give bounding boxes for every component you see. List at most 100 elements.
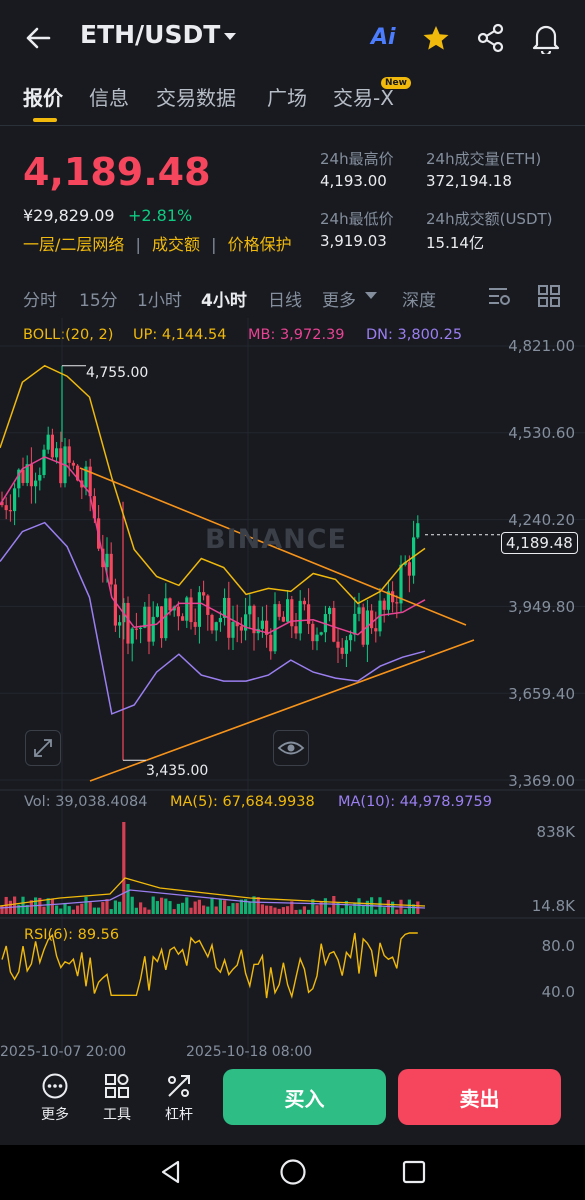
rsi-axis-bottom: 40.0 xyxy=(541,983,575,1001)
tools-tool[interactable]: 工具 xyxy=(92,1072,142,1124)
interval-more[interactable]: 更多 xyxy=(322,286,356,311)
more-tool[interactable]: 更多 xyxy=(30,1072,80,1124)
candle-body xyxy=(315,634,319,642)
high-label: 24h最高价 xyxy=(320,150,394,168)
candle-body xyxy=(105,553,109,568)
volume-bars xyxy=(0,822,426,914)
candle-body xyxy=(302,600,306,605)
volume-bar xyxy=(328,907,332,914)
candle-body xyxy=(286,599,290,622)
indicator-settings-icon[interactable] xyxy=(487,284,513,308)
candle-body xyxy=(311,623,315,642)
interval-depth[interactable]: 深度 xyxy=(402,286,436,311)
tag-layer-network[interactable]: 一层/二层网络 xyxy=(23,235,124,254)
time-axis-label: 2025-10-07 20:00 xyxy=(0,1044,127,1059)
leverage-tool[interactable]: 杠杆 xyxy=(154,1072,204,1124)
interval-15m[interactable]: 15分 xyxy=(79,286,118,311)
volume-bar xyxy=(143,907,147,914)
volume-bar xyxy=(269,905,273,914)
nav-back-icon[interactable] xyxy=(158,1159,184,1185)
nav-home-icon[interactable] xyxy=(279,1158,307,1186)
leverage-icon xyxy=(168,1075,190,1097)
cny-price: ¥29,829.09 xyxy=(23,206,115,225)
interval-4h[interactable]: 4小时 xyxy=(201,286,247,311)
volume-bar xyxy=(323,898,327,914)
volume-bar xyxy=(88,902,92,914)
time-axis-label: 2025-10-18 08:00 xyxy=(186,1044,313,1059)
vol-eth-label: 24h成交量(ETH) xyxy=(426,150,542,168)
volume-bar xyxy=(214,906,218,914)
volume-bar xyxy=(248,901,252,914)
candle-body xyxy=(67,446,71,463)
candle-body xyxy=(46,434,50,450)
candle-body xyxy=(214,622,218,631)
volume-bar xyxy=(403,909,407,914)
tag-price-protect[interactable]: 价格保护 xyxy=(228,235,292,254)
candle-body xyxy=(42,449,46,476)
volume-bar xyxy=(361,905,365,914)
tab-square[interactable]: 广场 xyxy=(267,82,307,111)
candle-body xyxy=(50,434,54,458)
favorite-star-icon[interactable] xyxy=(421,24,451,52)
caret-down-icon[interactable] xyxy=(222,31,238,43)
candle-body xyxy=(38,475,42,481)
volume-bar xyxy=(307,909,311,914)
candle-body xyxy=(260,620,264,629)
candle-body xyxy=(361,607,365,645)
fullscreen-button[interactable] xyxy=(25,730,61,766)
candle-body xyxy=(109,553,113,585)
volume-bar xyxy=(101,902,105,914)
candle-body xyxy=(248,605,252,615)
volume-bar xyxy=(122,822,126,914)
volume-bar xyxy=(118,901,122,914)
share-icon[interactable] xyxy=(476,23,506,53)
candle-body xyxy=(416,523,420,538)
rsi-label: RSI(6): 89.56 xyxy=(24,927,120,943)
candle-body xyxy=(59,448,63,484)
volume-bar xyxy=(181,902,185,914)
tab-quote[interactable]: 报价 xyxy=(23,82,63,111)
tab-info[interactable]: 信息 xyxy=(89,82,129,111)
candle-body xyxy=(164,598,168,639)
bell-icon[interactable] xyxy=(531,22,561,54)
boll-up-line xyxy=(0,364,426,605)
buy-button[interactable]: 买入 xyxy=(223,1069,386,1125)
tag-volume[interactable]: 成交额 xyxy=(152,235,200,254)
sell-button[interactable]: 卖出 xyxy=(398,1069,561,1125)
candles xyxy=(0,365,420,761)
back-arrow-icon[interactable] xyxy=(24,24,52,52)
volume-bar xyxy=(46,898,50,914)
candle-body xyxy=(118,622,122,626)
price-axis-label: 3,369.00 xyxy=(508,772,575,790)
interval-1d[interactable]: 日线 xyxy=(268,286,302,311)
price-axis-label: 4,821.00 xyxy=(508,337,575,355)
candle-body xyxy=(206,595,210,615)
volume-bar xyxy=(172,909,176,914)
candle-body xyxy=(202,592,206,596)
tab-trade-data[interactable]: 交易数据 xyxy=(156,82,236,111)
kline-chart[interactable] xyxy=(0,318,585,1058)
volume-bar xyxy=(340,908,344,914)
layout-grid-icon[interactable] xyxy=(537,284,561,308)
vol-ma5: MA(5): 67,684.9938 xyxy=(170,794,315,810)
volume-bar xyxy=(139,902,143,914)
vol-usdt-label: 24h成交额(USDT) xyxy=(426,210,553,228)
volume-bar xyxy=(113,900,117,914)
ai-icon[interactable]: Ai xyxy=(371,25,396,50)
candle-body xyxy=(273,604,277,652)
pair-title[interactable]: ETH/USDT xyxy=(80,20,220,49)
volume-bar xyxy=(298,909,302,914)
volume-bar xyxy=(189,907,193,914)
volume-bar xyxy=(151,896,155,914)
volume-bar xyxy=(63,902,67,914)
visibility-button[interactable] xyxy=(273,730,309,766)
volume-bar xyxy=(109,909,113,914)
vol-eth-value: 372,194.18 xyxy=(426,172,512,190)
volume-bar xyxy=(160,897,164,914)
interval-timeline[interactable]: 分时 xyxy=(23,286,57,311)
interval-1h[interactable]: 1小时 xyxy=(137,286,182,311)
low-annotation: 3,435.00 xyxy=(146,763,209,779)
change-percent: +2.81% xyxy=(128,206,193,225)
nav-recents-icon[interactable] xyxy=(401,1159,427,1185)
volume-bar xyxy=(395,909,399,914)
